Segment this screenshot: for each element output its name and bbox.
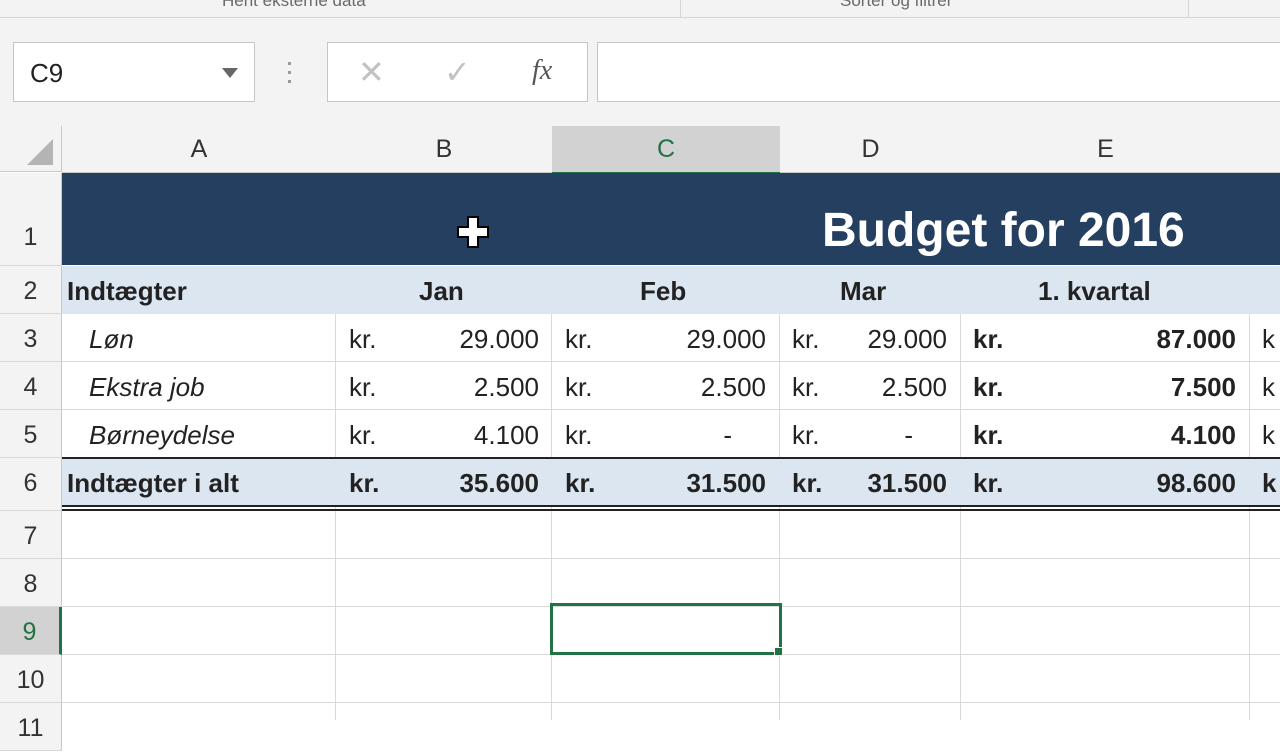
currency-label: kr. bbox=[565, 468, 596, 498]
currency-label: kr. bbox=[565, 420, 593, 450]
row-header-1[interactable]: 1 bbox=[0, 173, 62, 266]
row-header-10[interactable]: 10 bbox=[0, 655, 62, 703]
currency-label: kr. bbox=[792, 420, 820, 450]
cell-value[interactable]: 31.500 bbox=[620, 468, 766, 499]
currency-label: kr. bbox=[792, 372, 820, 402]
sheet-title: Budget for 2016 bbox=[822, 204, 1185, 257]
row-label-salary[interactable]: Løn bbox=[89, 324, 134, 355]
row-label-child-benefit[interactable]: Børneydelse bbox=[89, 420, 235, 451]
row-header-9[interactable]: 9 bbox=[0, 607, 62, 655]
gridline bbox=[62, 409, 1280, 410]
gridline bbox=[62, 361, 1280, 362]
cell-value[interactable]: 2.500 bbox=[620, 372, 766, 403]
row-label-total-income[interactable]: Indtægter i alt bbox=[67, 468, 239, 499]
column-header-d[interactable]: D bbox=[780, 126, 962, 173]
cell-value[interactable]: 29.000 bbox=[620, 324, 766, 355]
currency-label: kr. bbox=[792, 468, 823, 498]
currency-label: kr. bbox=[565, 372, 593, 402]
cell-partial[interactable]: k bbox=[1262, 468, 1276, 499]
ribbon-separator bbox=[1188, 0, 1189, 17]
gridline bbox=[335, 314, 336, 720]
enter-icon[interactable]: ✓ bbox=[444, 55, 471, 89]
column-header-f[interactable] bbox=[1250, 126, 1280, 173]
ribbon-group-sort-filter[interactable]: Sorter og filtrer bbox=[840, 0, 952, 11]
currency-label: kr. bbox=[973, 324, 1004, 354]
row-header-8[interactable]: 8 bbox=[0, 559, 62, 607]
currency-label: kr. bbox=[792, 324, 820, 354]
cell-partial[interactable]: k bbox=[1262, 372, 1275, 403]
cell-value[interactable]: 29.000 bbox=[840, 324, 947, 355]
row-header-6[interactable]: 6 bbox=[0, 458, 62, 511]
gridline bbox=[551, 314, 552, 720]
currency-label: kr. bbox=[349, 324, 377, 354]
row-header-11[interactable]: 11 bbox=[0, 703, 62, 751]
header-feb[interactable]: Feb bbox=[640, 276, 686, 307]
cell-value[interactable]: 29.000 bbox=[400, 324, 539, 355]
currency-label: kr. bbox=[565, 324, 593, 354]
row-header-5[interactable]: 5 bbox=[0, 410, 62, 458]
currency-label: kr. bbox=[349, 372, 377, 402]
total-double-border bbox=[62, 509, 1280, 511]
fill-handle[interactable] bbox=[774, 647, 783, 656]
active-cell[interactable] bbox=[550, 603, 782, 655]
row-header-7[interactable]: 7 bbox=[0, 511, 62, 559]
column-header-e[interactable]: E bbox=[961, 126, 1251, 173]
cell-value[interactable]: - bbox=[620, 420, 732, 451]
gridline bbox=[960, 314, 961, 720]
ribbon-strip: Hent eksterne data Sorter og filtrer bbox=[0, 0, 1280, 18]
currency-label: kr. bbox=[349, 468, 380, 498]
currency-label: kr. bbox=[973, 372, 1004, 402]
column-header-a[interactable]: A bbox=[62, 126, 337, 173]
gridline bbox=[1249, 314, 1250, 720]
cell-value[interactable]: 35.600 bbox=[400, 468, 539, 499]
cell-value[interactable]: 87.000 bbox=[1050, 324, 1236, 355]
gridline bbox=[62, 558, 1280, 559]
cancel-icon[interactable]: ✕ bbox=[358, 55, 385, 89]
row-label-extra-job[interactable]: Ekstra job bbox=[89, 372, 205, 403]
row-header-2[interactable]: 2 bbox=[0, 266, 62, 314]
cell-value[interactable]: 2.500 bbox=[840, 372, 947, 403]
gridline bbox=[62, 702, 1280, 703]
currency-label: kr. bbox=[973, 468, 1004, 498]
total-top-border bbox=[62, 457, 1280, 459]
select-all-icon bbox=[27, 139, 53, 165]
cell-value[interactable]: 31.500 bbox=[840, 468, 947, 499]
formula-input[interactable] bbox=[597, 42, 1280, 102]
cell-value[interactable]: 7.500 bbox=[1050, 372, 1236, 403]
header-mar[interactable]: Mar bbox=[840, 276, 886, 307]
row-header-4[interactable]: 4 bbox=[0, 362, 62, 410]
cell-value[interactable]: 2.500 bbox=[400, 372, 539, 403]
header-jan[interactable]: Jan bbox=[419, 276, 464, 307]
cell-value[interactable]: 98.600 bbox=[1050, 468, 1236, 499]
header-income-label[interactable]: Indtægter bbox=[67, 276, 187, 307]
name-box[interactable]: C9 bbox=[13, 42, 255, 102]
ribbon-separator bbox=[680, 0, 681, 17]
cell-value[interactable]: 4.100 bbox=[400, 420, 539, 451]
cell-partial[interactable]: k bbox=[1262, 420, 1275, 451]
cell-partial[interactable]: k bbox=[1262, 324, 1275, 355]
column-header-b[interactable]: B bbox=[336, 126, 553, 173]
formula-bar-resize-handle[interactable] bbox=[284, 58, 296, 88]
total-double-border bbox=[62, 505, 1280, 507]
currency-label: kr. bbox=[349, 420, 377, 450]
row-header-3[interactable]: 3 bbox=[0, 314, 62, 362]
cell-value[interactable]: 4.100 bbox=[1050, 420, 1236, 451]
cell-value[interactable]: - bbox=[840, 420, 913, 451]
gridline bbox=[779, 314, 780, 720]
formula-bar-buttons: ✕ ✓ fx bbox=[327, 42, 588, 102]
cursor-plus-icon bbox=[457, 216, 489, 248]
currency-label: kr. bbox=[973, 420, 1004, 450]
ribbon-group-get-external-data[interactable]: Hent eksterne data bbox=[222, 0, 366, 11]
insert-function-icon[interactable]: fx bbox=[532, 55, 552, 87]
chevron-down-icon[interactable] bbox=[222, 68, 238, 78]
header-q1[interactable]: 1. kvartal bbox=[1038, 276, 1151, 307]
name-box-value: C9 bbox=[30, 58, 64, 88]
column-header-c[interactable]: C bbox=[552, 126, 781, 175]
select-all-button[interactable] bbox=[0, 126, 62, 172]
